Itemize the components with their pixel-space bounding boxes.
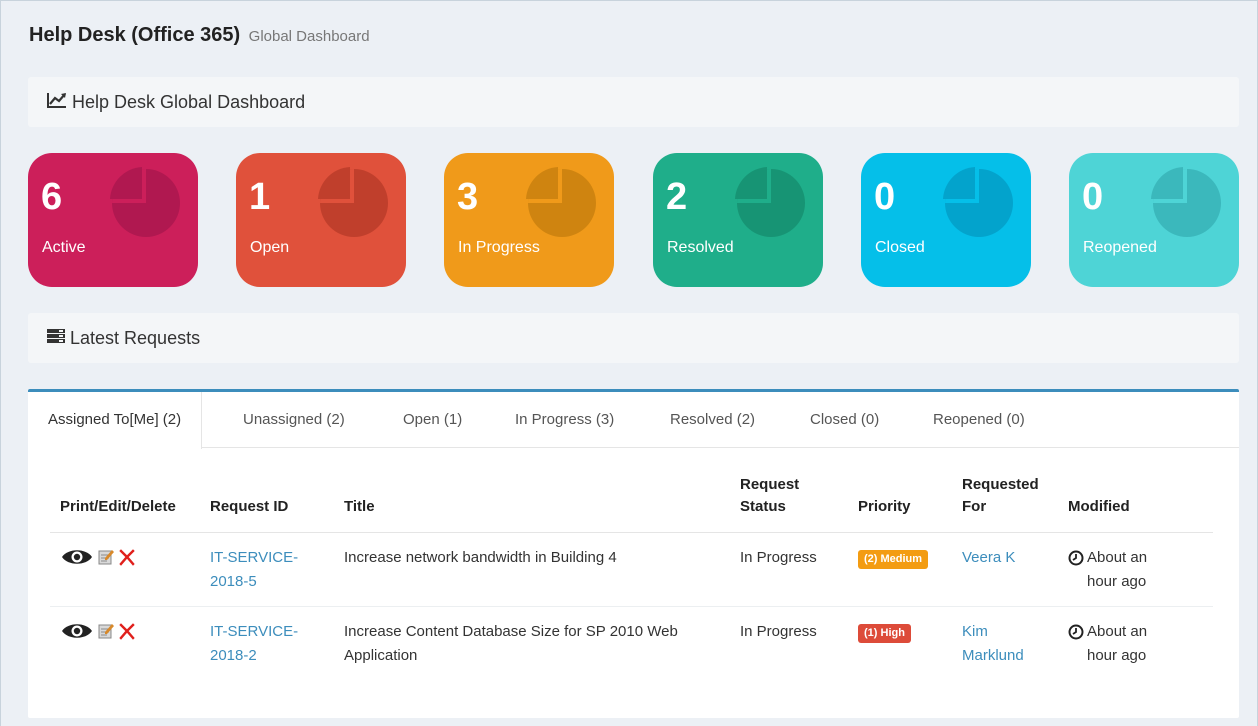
requested-for-line2[interactable]: Marklund: [962, 647, 1024, 664]
tab-resolved[interactable]: Resolved (2): [670, 392, 755, 448]
priority-cell: (1) High: [848, 607, 952, 681]
tab-reopened[interactable]: Reopened (0): [933, 392, 1025, 448]
col-header-status: Request Status: [730, 474, 848, 533]
col-header-requested-for: Requested For: [952, 474, 1058, 533]
requested-for-cell[interactable]: Veera K: [952, 532, 1058, 607]
modified-cell: About an hour ago: [1058, 532, 1213, 607]
modified-line1: About an: [1087, 549, 1148, 566]
tile-closed[interactable]: 0 Closed: [861, 153, 1031, 287]
request-id-link[interactable]: IT-SERVICE- 2018-5: [210, 549, 298, 590]
request-status: In Progress: [730, 532, 848, 607]
request-id-part2[interactable]: 2018-2: [210, 647, 257, 664]
requests-panel: Assigned To[Me] (2) Unassigned (2) Open …: [28, 389, 1239, 718]
row-actions: [50, 532, 200, 607]
tile-active[interactable]: 6 Active: [28, 153, 198, 287]
col-header-modified: Modified: [1058, 474, 1213, 533]
tab-in-progress[interactable]: In Progress (3): [515, 392, 614, 448]
col-header-priority: Priority: [848, 474, 952, 533]
dashboard-section-title: Help Desk Global Dashboard: [72, 91, 306, 112]
modified-line2: hour ago: [1087, 647, 1147, 664]
request-id-cell[interactable]: IT-SERVICE- 2018-2: [200, 607, 334, 681]
delete-icon[interactable]: [118, 622, 136, 640]
edit-icon[interactable]: [97, 548, 115, 566]
tile-count: 0: [874, 176, 896, 218]
request-id-part1[interactable]: IT-SERVICE-: [210, 549, 298, 566]
requested-for-link[interactable]: Kim Marklund: [962, 623, 1024, 664]
request-id-link[interactable]: IT-SERVICE- 2018-2: [210, 623, 298, 664]
clock-icon: [1068, 620, 1087, 668]
tile-reopened[interactable]: 0 Reopened: [1069, 153, 1239, 287]
requests-table: Print/Edit/Delete Request ID Title Reque…: [50, 474, 1213, 680]
page-header: Help Desk (Office 365) Global Dashboard: [29, 24, 370, 54]
tab-unassigned[interactable]: Unassigned (2): [243, 392, 345, 448]
col-header-request-id: Request ID: [200, 474, 334, 533]
tile-count: 3: [457, 176, 479, 218]
table-row: IT-SERVICE- 2018-5 Increase network bandw…: [50, 532, 1213, 607]
eye-icon[interactable]: [60, 548, 94, 566]
tile-label: Open: [250, 239, 290, 256]
clock-icon: [1068, 546, 1087, 594]
request-id-cell[interactable]: IT-SERVICE- 2018-5: [200, 532, 334, 607]
delete-icon[interactable]: [118, 548, 136, 566]
requests-section-title: Latest Requests: [70, 327, 201, 348]
edit-icon[interactable]: [97, 622, 115, 640]
tile-count: 6: [41, 176, 63, 218]
col-header-requested-line2: For: [962, 498, 987, 515]
requested-for-link[interactable]: Veera K: [962, 549, 1015, 566]
request-tabs: Assigned To[Me] (2) Unassigned (2) Open …: [28, 392, 1239, 449]
tab-assigned-to-me[interactable]: Assigned To[Me] (2): [28, 392, 203, 449]
pie-chart-icon: [943, 167, 1013, 237]
modified-cell: About an hour ago: [1058, 607, 1213, 681]
tile-label: Active: [42, 239, 86, 256]
requested-for-line1[interactable]: Kim: [962, 623, 988, 640]
col-header-requested-line1: Requested: [962, 476, 1039, 493]
priority-cell: (2) Medium: [848, 532, 952, 607]
pie-chart-icon: [526, 167, 596, 237]
tile-open[interactable]: 1 Open: [236, 153, 406, 287]
request-id-part2[interactable]: 2018-5: [210, 573, 257, 590]
tile-count: 1: [249, 176, 271, 218]
tab-closed[interactable]: Closed (0): [810, 392, 879, 448]
tile-resolved[interactable]: 2 Resolved: [653, 153, 823, 287]
page-subtitle: Global Dashboard: [248, 28, 370, 45]
table-header-row: Print/Edit/Delete Request ID Title Reque…: [50, 474, 1213, 533]
page-title: Help Desk (Office 365): [29, 24, 241, 46]
pie-chart-icon: [735, 167, 805, 237]
tile-label: Resolved: [667, 239, 734, 256]
line-chart-icon: [46, 91, 72, 114]
pie-chart-icon: [318, 167, 388, 237]
col-header-actions: Print/Edit/Delete: [50, 474, 200, 533]
tile-label: In Progress: [458, 239, 540, 256]
tile-count: 0: [1082, 176, 1104, 218]
table-row: IT-SERVICE- 2018-2 Increase Content Datab…: [50, 607, 1213, 681]
request-id-part1[interactable]: IT-SERVICE-: [210, 623, 298, 640]
col-header-title: Title: [334, 474, 730, 533]
col-header-status-line1: Request: [740, 476, 800, 493]
modified-line2: hour ago: [1087, 573, 1147, 590]
modified-line1: About an: [1087, 623, 1148, 640]
priority-badge: (1) High: [858, 624, 911, 643]
tile-count: 2: [666, 176, 688, 218]
requested-for-cell[interactable]: Kim Marklund: [952, 607, 1058, 681]
row-actions: [50, 607, 200, 681]
requests-section-header: Latest Requests: [28, 313, 1239, 363]
priority-badge: (2) Medium: [858, 550, 929, 569]
col-header-status-line2: Status: [740, 498, 786, 515]
request-title: Increase network bandwidth in Building 4: [334, 532, 730, 607]
eye-icon[interactable]: [60, 622, 94, 640]
request-status: In Progress: [740, 623, 817, 640]
server-icon: [46, 328, 70, 349]
dashboard-section-header: Help Desk Global Dashboard: [28, 77, 1239, 127]
tile-in-progress[interactable]: 3 In Progress: [444, 153, 614, 287]
pie-chart-icon: [110, 167, 180, 237]
request-title: Increase Content Database Size for SP 20…: [344, 623, 678, 664]
pie-chart-icon: [1151, 167, 1221, 237]
tile-label: Closed: [875, 239, 925, 256]
tile-label: Reopened: [1083, 239, 1157, 256]
tab-open[interactable]: Open (1): [403, 392, 462, 448]
